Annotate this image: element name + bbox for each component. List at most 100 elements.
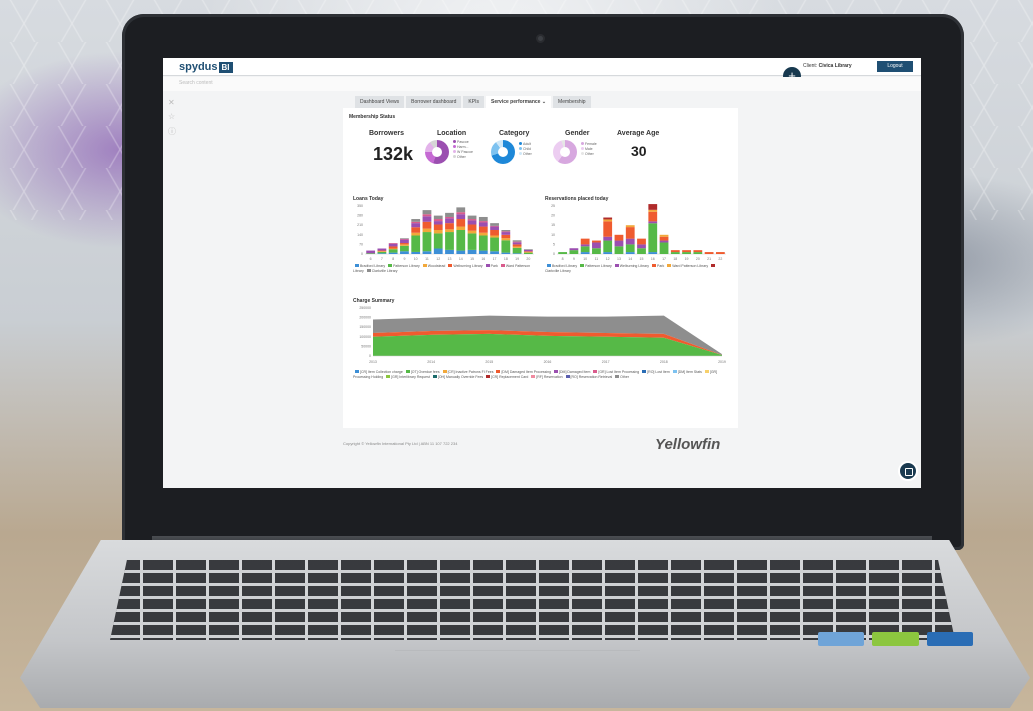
bar-segment bbox=[625, 227, 635, 239]
bar-segment bbox=[456, 226, 466, 230]
bar-segment bbox=[377, 250, 387, 252]
charge-legend: [CR] Item Collection charge [OT] Overdue… bbox=[353, 370, 733, 380]
bar-segment bbox=[603, 221, 613, 237]
bar-segment bbox=[704, 252, 714, 254]
bar-segment bbox=[648, 204, 658, 210]
bar-segment bbox=[422, 216, 432, 222]
x-tick-label: 16 bbox=[651, 257, 655, 261]
x-tick-label: 6 bbox=[370, 257, 372, 261]
tab-dashboard-views[interactable]: Dashboard Views bbox=[355, 96, 405, 108]
chat-icon[interactable] bbox=[898, 461, 918, 481]
bar-segment bbox=[625, 225, 635, 228]
bar-segment bbox=[478, 216, 488, 222]
bar-segment bbox=[445, 212, 454, 217]
y-tick-label: 0 bbox=[553, 252, 555, 256]
bar-segment bbox=[366, 253, 376, 254]
client-info: Client: Civica Library bbox=[803, 63, 852, 69]
x-tick-label: 2015 bbox=[485, 360, 493, 364]
loans-chart: 0 70 140 210 280 350 6 7 8 9 10 11 12 13 14 15 16 17 18 19 2… bbox=[357, 204, 534, 261]
tab-borrower-dashboard[interactable]: Borrower dashboard bbox=[406, 96, 462, 108]
bar-segment bbox=[603, 240, 613, 253]
location-legend-item: Other bbox=[453, 155, 473, 160]
tab-membership[interactable]: Membership bbox=[553, 96, 591, 108]
info-icon[interactable]: ⓘ bbox=[168, 126, 178, 140]
bar-segment bbox=[445, 232, 454, 250]
bar-segment bbox=[433, 224, 443, 230]
x-tick-label: 11 bbox=[425, 257, 429, 261]
logout-button[interactable]: Logout bbox=[877, 61, 913, 72]
bar-segment bbox=[512, 241, 522, 243]
bar-segment bbox=[523, 249, 533, 250]
res-legend-item: Ward Patterson Library bbox=[665, 264, 708, 268]
keyboard-rows bbox=[110, 560, 955, 640]
bar-segment bbox=[569, 248, 579, 251]
bar-segment bbox=[467, 249, 477, 254]
bar-segment bbox=[580, 238, 590, 245]
x-tick-label: 19 bbox=[515, 257, 519, 261]
y-tick-label: 250000 bbox=[359, 306, 371, 310]
bar-segment bbox=[400, 244, 409, 246]
bar-segment bbox=[456, 214, 466, 220]
tab-service-performance[interactable]: Service performance ⌄ bbox=[485, 96, 552, 108]
average-age-label: Average Age bbox=[617, 130, 660, 137]
loans-legend-item: Patterson Library bbox=[386, 264, 420, 268]
bar-segment bbox=[478, 226, 488, 233]
y-tick-label: 10 bbox=[551, 233, 555, 237]
x-tick-label: 12 bbox=[606, 257, 610, 261]
app-logo[interactable]: spydus BI bbox=[179, 61, 233, 73]
bar-segment bbox=[523, 252, 533, 254]
bar-segment bbox=[490, 230, 499, 236]
charge-legend-item: [DM] Item Stats bbox=[671, 370, 702, 374]
bar-segment bbox=[388, 243, 398, 247]
bar-segment bbox=[715, 252, 725, 254]
trackpad bbox=[395, 650, 640, 690]
bar-segment bbox=[388, 246, 398, 249]
sticker-dark-blue bbox=[926, 632, 973, 646]
bar-segment bbox=[456, 219, 466, 227]
bar-segment bbox=[433, 219, 443, 222]
x-tick-label: 18 bbox=[504, 257, 508, 261]
sticker-green bbox=[872, 632, 919, 646]
search-input[interactable]: Search content bbox=[179, 80, 213, 86]
bar-segment bbox=[433, 233, 443, 249]
bar-segment bbox=[467, 233, 477, 250]
x-tick-label: 21 bbox=[707, 257, 711, 261]
bar-segment bbox=[580, 244, 590, 247]
bar-segment bbox=[411, 235, 421, 252]
search-row: Search content bbox=[163, 77, 921, 91]
x-tick-label: 11 bbox=[595, 257, 599, 261]
charge-legend-item: [DM] Damaged Item bbox=[552, 370, 590, 374]
category-donut bbox=[491, 140, 515, 164]
bar-segment bbox=[445, 218, 454, 224]
bar-segment bbox=[467, 219, 477, 221]
bar-segment bbox=[388, 248, 398, 250]
x-tick-label: 2013 bbox=[369, 360, 377, 364]
y-tick-label: 200000 bbox=[359, 316, 371, 320]
dashboard-panel: Membership Status Borrowers 132k Locatio… bbox=[343, 108, 738, 428]
bar-segment bbox=[501, 231, 511, 233]
bar-segment bbox=[682, 250, 691, 253]
bar-segment bbox=[637, 248, 646, 254]
x-tick-label: 15 bbox=[470, 257, 474, 261]
borrowers-label: Borrowers bbox=[369, 130, 405, 137]
average-age-value: 30 bbox=[631, 143, 647, 159]
bar-segment bbox=[512, 244, 522, 247]
logo-badge: BI bbox=[218, 62, 233, 73]
dashboard-tabs: Dashboard Views Borrower dashboard KPIs … bbox=[355, 96, 591, 108]
close-icon[interactable]: ✕ bbox=[168, 98, 178, 112]
bar-segment bbox=[614, 246, 624, 254]
bar-segment bbox=[411, 219, 421, 222]
bar-segment bbox=[592, 248, 601, 254]
star-icon[interactable]: ☆ bbox=[168, 112, 178, 126]
tab-kpis[interactable]: KPIs bbox=[463, 96, 484, 108]
bar-segment bbox=[400, 245, 409, 252]
bar-segment bbox=[445, 249, 454, 254]
loans-legend-item: Welburning Library bbox=[446, 264, 483, 268]
x-tick-label: 20 bbox=[526, 257, 530, 261]
x-tick-label: 17 bbox=[493, 257, 497, 261]
loans-legend-item: Bradford Library bbox=[353, 264, 385, 268]
bar-segment bbox=[388, 243, 398, 244]
bar-segment bbox=[693, 250, 703, 253]
bar-segment bbox=[422, 228, 432, 233]
bar-segment bbox=[580, 246, 590, 253]
